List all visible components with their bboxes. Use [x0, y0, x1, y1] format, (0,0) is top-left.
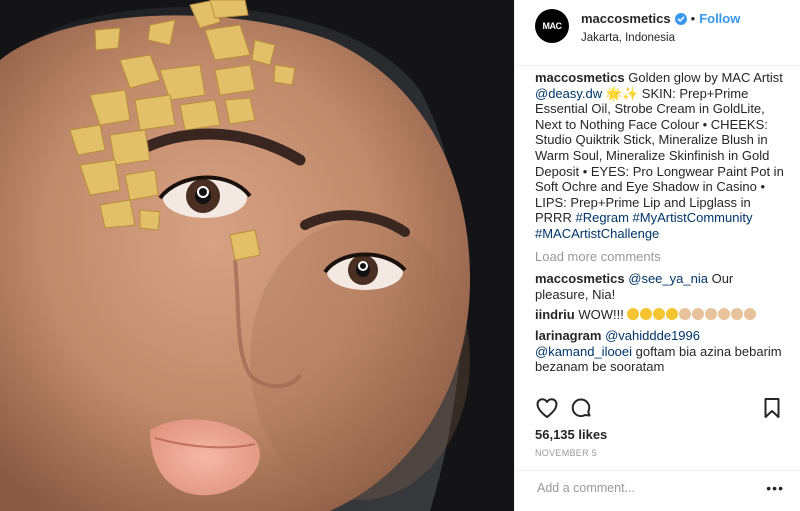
caption-body: SKIN: Prep+Prime Essential Oil, Strobe C… — [535, 85, 784, 226]
verified-badge-icon — [674, 12, 687, 25]
clap-emoji — [679, 308, 692, 321]
raised-hands-emoji — [744, 308, 757, 321]
add-comment-bar: ••• — [515, 470, 800, 511]
caption-mention[interactable]: @deasy.dw — [535, 86, 602, 101]
comment-username[interactable]: maccosmetics — [535, 271, 625, 286]
comment-item: maccosmetics @see_ya_nia Our pleasure, N… — [535, 271, 786, 302]
bookmark-icon[interactable] — [760, 396, 784, 420]
portrait-image — [0, 0, 514, 511]
post-photo[interactable] — [0, 0, 514, 511]
avatar[interactable]: MAC — [535, 9, 569, 43]
emoji-row — [627, 307, 757, 322]
raised-hands-emoji — [731, 308, 744, 321]
more-options-icon[interactable]: ••• — [766, 481, 784, 495]
header-text: maccosmetics • Follow Jakarta, Indonesia — [581, 9, 740, 46]
comment-icon[interactable] — [569, 396, 593, 420]
heart-eyes-emoji — [653, 308, 666, 321]
comment-username[interactable]: larinagram — [535, 328, 601, 343]
header-row: maccosmetics • Follow — [581, 10, 740, 27]
clap-emoji — [705, 308, 718, 321]
action-bar — [535, 394, 784, 424]
post-date[interactable]: NOVEMBER 5 — [535, 448, 597, 458]
caption-text: Golden glow by MAC Artist — [628, 70, 783, 85]
comment-input[interactable] — [535, 480, 759, 496]
heart-eyes-emoji — [666, 308, 679, 321]
likes-count[interactable]: 56,135 likes — [535, 427, 607, 442]
clap-emoji — [692, 308, 705, 321]
post-header: MAC maccosmetics • Follow Jakarta, Indon… — [515, 0, 800, 66]
comment-item: larinagram @vahiddde1996 @kamand_ilooei … — [535, 328, 786, 375]
heart-eyes-emoji — [640, 308, 653, 321]
sparkle-emoji: 🌟✨ — [605, 85, 639, 101]
comment-mention-2[interactable]: @kamand_ilooei — [535, 344, 632, 359]
account-username[interactable]: maccosmetics — [581, 10, 671, 27]
comment-mention[interactable]: @vahiddde1996 — [605, 328, 700, 343]
raised-hands-emoji — [718, 308, 731, 321]
caption-username[interactable]: maccosmetics — [535, 70, 625, 85]
comment-item: iindriu WOW!!! — [535, 307, 786, 323]
heart-eyes-emoji — [627, 308, 640, 321]
heart-icon[interactable] — [535, 396, 559, 420]
comment-mention[interactable]: @see_ya_nia — [628, 271, 708, 286]
comment-text: WOW!!! — [578, 307, 624, 323]
comment-username[interactable]: iindriu — [535, 307, 575, 322]
separator-dot: • — [690, 11, 696, 26]
location-link[interactable]: Jakarta, Indonesia — [581, 31, 740, 46]
caption: maccosmetics Golden glow by MAC Artist @… — [535, 70, 786, 242]
post-sidebar: MAC maccosmetics • Follow Jakarta, Indon… — [514, 0, 800, 511]
comments-section: maccosmetics Golden glow by MAC Artist @… — [535, 68, 786, 390]
follow-button[interactable]: Follow — [699, 10, 740, 27]
load-more-comments[interactable]: Load more comments — [535, 249, 786, 265]
